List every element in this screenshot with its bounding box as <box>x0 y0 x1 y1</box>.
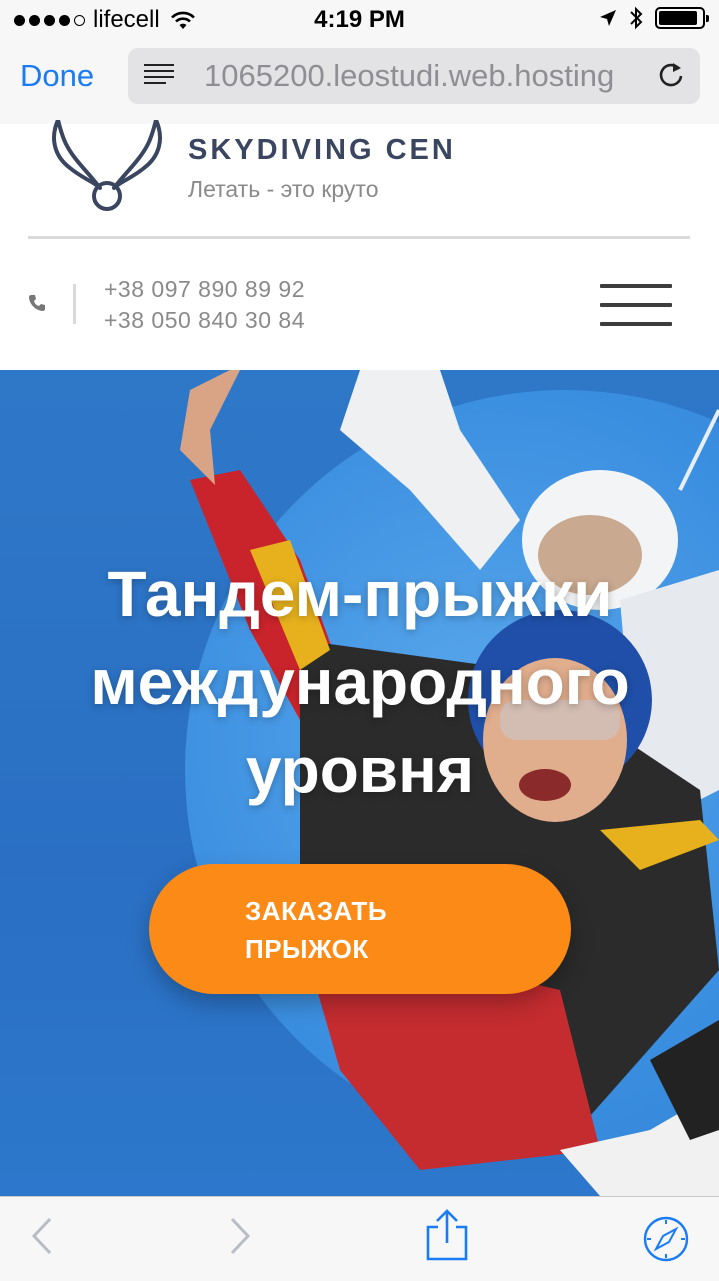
header-divider <box>28 236 690 239</box>
site-header: SKYDIVING CEN Летать - это круто +38 097… <box>0 120 719 370</box>
status-right <box>599 6 709 30</box>
location-arrow-icon <box>600 10 616 26</box>
hero-title: Тандем-прыжки международного уровня <box>90 558 630 806</box>
browser-top-bar: Done 1065200.leostudi.web.hosting <box>0 40 719 125</box>
done-button[interactable]: Done <box>20 58 94 94</box>
share-icon[interactable] <box>424 1207 470 1263</box>
order-jump-button[interactable]: ЗАКАЗАТЬ ПРЫЖОК <box>149 864 571 994</box>
phone-icon <box>29 295 45 311</box>
back-arrow-icon[interactable] <box>28 1211 56 1261</box>
battery-icon <box>655 7 709 29</box>
compass-icon[interactable] <box>642 1215 690 1263</box>
status-bar: lifecell 4:19 PM <box>0 0 719 40</box>
address-bar[interactable]: 1065200.leostudi.web.hosting <box>128 48 700 104</box>
url-text[interactable]: 1065200.leostudi.web.hosting <box>204 58 644 94</box>
reader-mode-icon[interactable] <box>144 64 174 88</box>
browser-toolbar <box>0 1196 719 1281</box>
hamburger-menu-icon[interactable] <box>600 284 672 330</box>
bluetooth-icon <box>630 6 643 30</box>
brand-tagline: Летать - это круто <box>188 176 379 202</box>
reload-icon[interactable] <box>656 60 686 90</box>
hero-section: Тандем-прыжки международного уровня ЗАКА… <box>0 370 719 1196</box>
phone-separator <box>73 284 76 324</box>
phone-number-2[interactable]: +38 050 840 30 84 <box>104 307 305 334</box>
brand-name: SKYDIVING CEN <box>188 134 452 166</box>
phone-number-1[interactable]: +38 097 890 89 92 <box>104 276 305 303</box>
wings-logo-icon[interactable] <box>48 120 166 216</box>
forward-arrow-icon[interactable] <box>226 1211 254 1261</box>
